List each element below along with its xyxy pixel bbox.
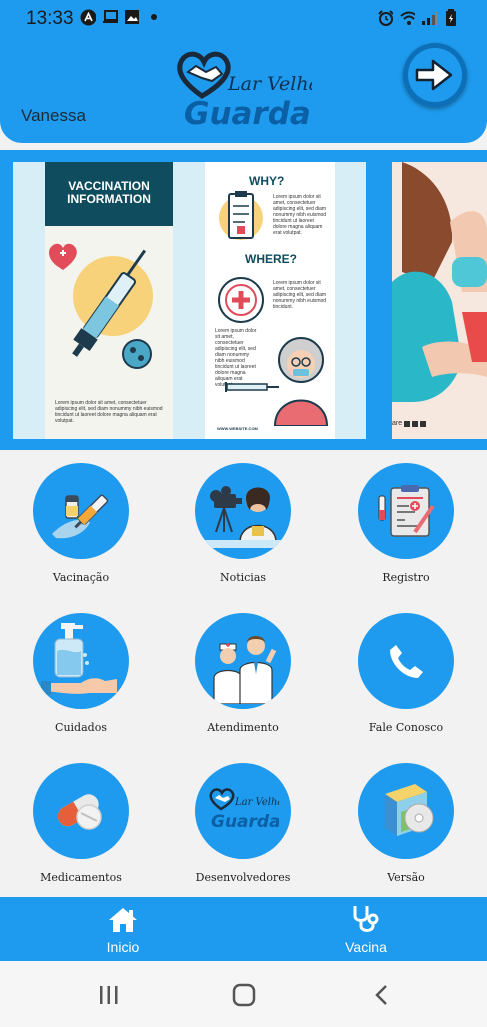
panel2-text2: Lorem ipsum dolor sit amet, consectetuer… xyxy=(273,280,327,310)
menu-item-registro[interactable]: Registro xyxy=(336,463,476,603)
panel2-heading-where: WHERE? xyxy=(245,252,297,266)
menu-item-versao[interactable]: Versão xyxy=(336,763,476,903)
logout-arrow-icon xyxy=(415,59,453,91)
panel2-heading-why: WHY? xyxy=(249,174,285,188)
nurse-illustration xyxy=(392,162,487,402)
pills-icon xyxy=(57,794,102,830)
status-bar: 13:33 xyxy=(0,0,487,38)
recent-apps-icon xyxy=(100,986,118,1004)
logo-line2: Guarda xyxy=(184,96,311,132)
dot-icon xyxy=(146,9,162,25)
svg-text:Lar Velha: Lar Velha xyxy=(234,797,279,808)
hospital-cross-illustration xyxy=(218,277,264,323)
panel1-title-line2: INFORMATION xyxy=(67,192,151,206)
vaccination-info-slide[interactable]: VACCINATION INFORMATION Lorem ipsum dolo… xyxy=(13,162,366,439)
panel2-footer: WWW.WEBSITE.COM xyxy=(217,426,258,431)
menu-item-desenvolvedores[interactable]: Lar Velha Guarda Desenvolvedores xyxy=(173,763,313,903)
tab-label: Vacina xyxy=(345,939,387,955)
home-circle-icon xyxy=(232,983,256,1007)
recent-apps-button[interactable] xyxy=(89,979,129,1011)
panel2-text1: Lorem ipsum dolor sit amet, consectetuer… xyxy=(273,194,327,236)
nurse-slide[interactable]: are xyxy=(392,162,487,439)
app-logo: Lar Velha Guarda xyxy=(172,48,320,132)
menu-label: Vacinação xyxy=(52,571,110,584)
twitter-icon xyxy=(412,420,419,427)
svg-text:Guarda: Guarda xyxy=(211,812,279,832)
logout-button[interactable] xyxy=(403,43,467,107)
image-icon xyxy=(124,9,140,25)
menu-item-cuidados[interactable]: Cuidados xyxy=(11,613,151,753)
banner-carousel[interactable]: VACCINATION INFORMATION Lorem ipsum dolo… xyxy=(0,150,487,450)
menu-item-medicamentos[interactable]: Medicamentos xyxy=(11,763,151,903)
doctor-nurse-icon xyxy=(213,636,277,704)
lar-velha-guarda-logo-icon: Lar Velha Guarda xyxy=(209,788,279,832)
wifi-icon xyxy=(399,10,415,26)
menu-label: Versão xyxy=(387,871,425,884)
instagram-icon xyxy=(420,420,427,427)
news-reporter-icon xyxy=(204,486,282,548)
tab-label: Inicio xyxy=(106,939,140,955)
bottom-tab-bar: Inicio Vacina xyxy=(0,897,487,961)
phone-icon xyxy=(390,645,423,678)
share-text: are xyxy=(392,420,403,427)
slide-panel-why-where: WHY? Lorem ipsum dolor sit amet, consect… xyxy=(205,162,335,439)
menu-label: Fale Conosco xyxy=(368,721,444,734)
facebook-icon xyxy=(404,420,411,427)
home-icon xyxy=(109,908,137,932)
laptop-icon xyxy=(102,9,118,25)
status-time: 13:33 xyxy=(26,8,74,29)
menu-item-noticias[interactable]: Noticias xyxy=(173,463,313,603)
menu-label: Registro xyxy=(382,571,430,584)
menu-item-vacinacao[interactable]: Vacinação xyxy=(11,463,151,603)
tab-vacina[interactable]: Vacina xyxy=(286,897,446,961)
software-box-icon xyxy=(385,784,434,836)
battery-icon xyxy=(443,9,459,26)
menu-label: Medicamentos xyxy=(40,871,122,884)
menu-label: Atendimento xyxy=(207,721,279,734)
back-nav-button[interactable] xyxy=(361,979,401,1011)
system-nav-bar xyxy=(0,961,487,1027)
stethoscope-icon xyxy=(353,906,379,932)
logo-line1: Lar Velha xyxy=(227,73,312,95)
hand-sanitizer-icon xyxy=(41,623,117,695)
a-circle-icon xyxy=(80,9,96,25)
panel1-text: Lorem ipsum dolor sit amet, consectetuer… xyxy=(55,400,163,424)
menu-label: Cuidados xyxy=(55,721,107,734)
slide-panel-vaccination: VACCINATION INFORMATION Lorem ipsum dolo… xyxy=(45,162,173,439)
back-chevron-icon xyxy=(375,985,387,1005)
menu-grid: Vacinação Noticias Registro Cuidados Ate… xyxy=(0,455,487,895)
menu-label: Desenvolvedores xyxy=(195,871,291,884)
tab-inicio[interactable]: Inicio xyxy=(43,897,203,961)
home-nav-button[interactable] xyxy=(224,979,264,1011)
syringe-illustration xyxy=(49,243,153,369)
clipboard-illustration xyxy=(219,191,263,240)
clipboard-register-icon xyxy=(378,485,435,537)
alarm-icon xyxy=(377,10,393,26)
vaccine-syringe-icon xyxy=(52,494,109,539)
menu-label: Noticias xyxy=(219,571,267,584)
app-header: 13:33 Vanessa Lar Velha Guarda xyxy=(0,0,487,143)
menu-item-atendimento[interactable]: Atendimento xyxy=(173,613,313,753)
menu-item-fale-conosco[interactable]: Fale Conosco xyxy=(336,613,476,753)
elderly-woman-illustration xyxy=(225,337,329,426)
username: Vanessa xyxy=(21,106,86,125)
signal-icon xyxy=(421,10,437,26)
